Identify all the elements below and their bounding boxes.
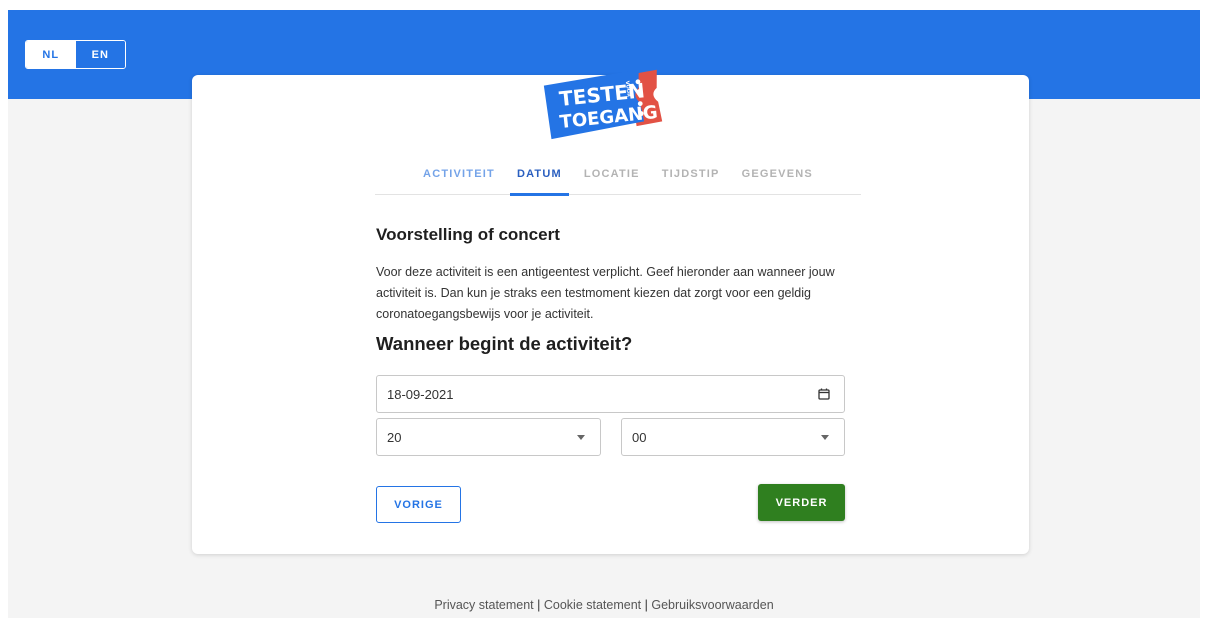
page: NL EN TESTEN TOEGANG VOOR ACTIVITEIT DAT… [8, 10, 1200, 618]
hour-value: 20 [387, 429, 402, 445]
next-button[interactable]: VERDER [758, 484, 845, 521]
date-input[interactable]: 18-09-2021 [376, 375, 845, 413]
footer: Privacy statement | Cookie statement | G… [8, 598, 1200, 612]
step-locatie[interactable]: LOCATIE [573, 155, 651, 195]
main-card: TESTEN TOEGANG VOOR ACTIVITEIT DATUM LOC… [192, 69, 1029, 554]
footer-separator: | [644, 598, 648, 612]
calendar-icon[interactable] [818, 388, 830, 400]
testen-voor-toegang-logo: TESTEN TOEGANG VOOR [543, 69, 663, 140]
footer-separator: | [537, 598, 541, 612]
privacy-statement-link[interactable]: Privacy statement [434, 598, 533, 612]
step-gegevens[interactable]: GEGEVENS [731, 155, 824, 195]
language-nl-button[interactable]: NL [26, 41, 76, 68]
caret-down-icon [577, 435, 585, 440]
hour-select[interactable]: 20 [376, 418, 601, 456]
minute-select[interactable]: 00 [621, 418, 845, 456]
step-tabs: ACTIVITEIT DATUM LOCATIE TIJDSTIP GEGEVE… [375, 155, 861, 196]
terms-link[interactable]: Gebruiksvoorwaarden [651, 598, 773, 612]
start-question: Wanneer begint de activiteit? [376, 333, 633, 354]
date-value: 18-09-2021 [387, 386, 454, 402]
step-activiteit[interactable]: ACTIVITEIT [412, 155, 506, 195]
previous-button[interactable]: VORIGE [376, 486, 461, 523]
activity-description: Voor deze activiteit is een antigeentest… [376, 265, 835, 321]
step-datum[interactable]: DATUM [506, 155, 573, 196]
activity-title: Voorstelling of concert [376, 225, 560, 244]
minute-value: 00 [632, 429, 647, 445]
language-toggle: NL EN [25, 40, 126, 69]
caret-down-icon [821, 435, 829, 440]
cookie-statement-link[interactable]: Cookie statement [544, 598, 641, 612]
language-en-button[interactable]: EN [75, 41, 125, 68]
step-tijdstip[interactable]: TIJDSTIP [651, 155, 731, 195]
